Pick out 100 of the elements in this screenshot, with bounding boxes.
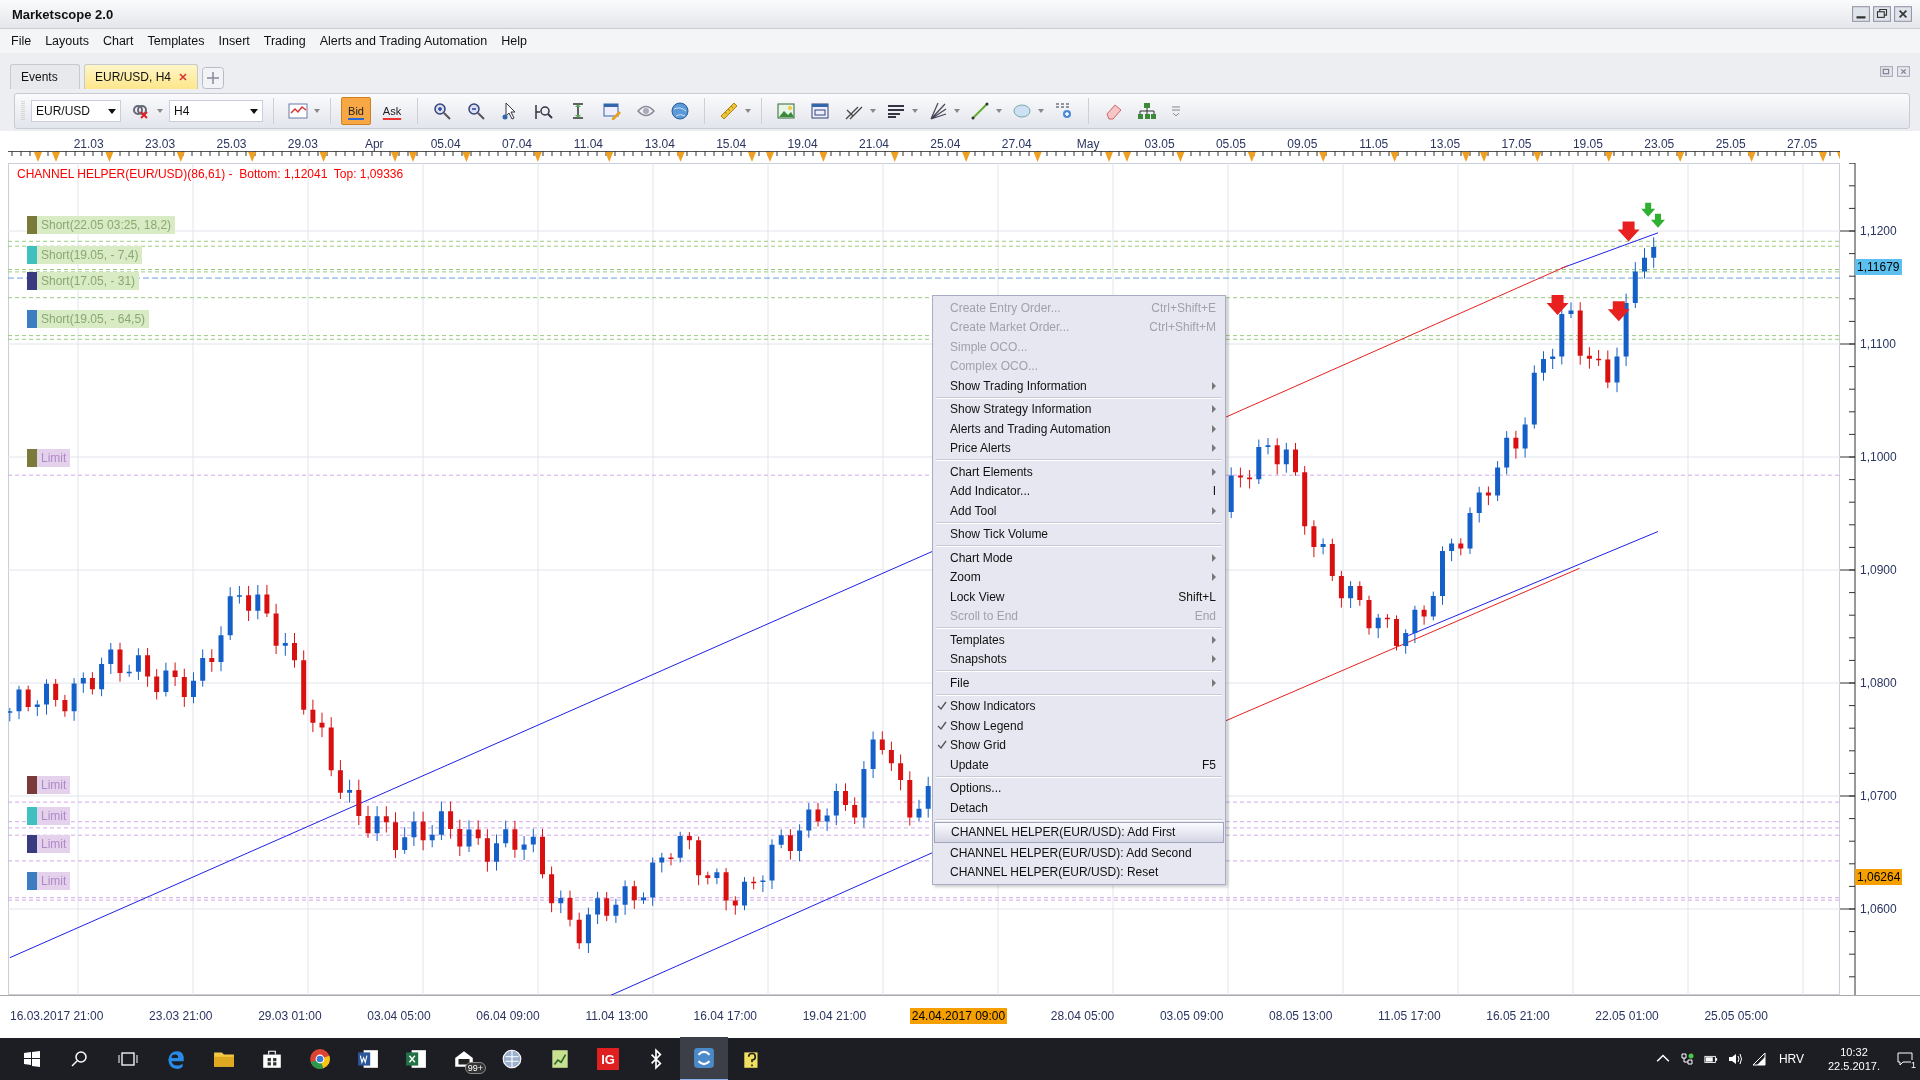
context-menu-item[interactable]: Show Tick Volume (934, 524, 1224, 544)
close-icon[interactable] (1894, 6, 1912, 22)
fan-lines-icon[interactable] (928, 101, 948, 121)
axis-label: 11.05 17:00 (1377, 1008, 1442, 1024)
shopping-bag-icon (261, 1048, 283, 1070)
caret-icon[interactable] (1038, 109, 1044, 113)
wifi-icon[interactable] (1751, 1052, 1766, 1066)
zoom-out-icon[interactable] (466, 101, 486, 121)
search-icon[interactable] (70, 1049, 90, 1069)
minimize-icon[interactable] (1852, 6, 1870, 22)
context-menu-item[interactable]: CHANNEL HELPER(EUR/USD): Add Second (934, 843, 1224, 863)
context-menu-item[interactable]: File (934, 673, 1224, 693)
caret-icon[interactable] (912, 109, 918, 113)
menu-item[interactable]: Help (494, 32, 534, 50)
context-menu-item[interactable]: Snapshots (934, 649, 1224, 669)
language-indicator[interactable]: HRV (1778, 1052, 1804, 1066)
context-menu-item[interactable]: Price Alerts (934, 438, 1224, 458)
context-menu-item[interactable]: Options... (934, 778, 1224, 798)
menu-item[interactable]: Chart (95, 32, 141, 50)
notification-button[interactable]: 1 (1890, 1038, 1920, 1080)
context-menu-item[interactable]: CHANNEL HELPER(EUR/USD): Add First (934, 821, 1224, 843)
sell-arrow-icon (1607, 301, 1630, 322)
context-menu-item[interactable]: Show Grid (934, 735, 1224, 755)
caret-icon[interactable] (954, 109, 960, 113)
order-label: Limit (37, 835, 71, 853)
axis-label: 03.04 05:00 (366, 1008, 432, 1024)
line-icon[interactable] (970, 101, 990, 121)
clock[interactable]: 10:32 22.5.2017. (1828, 1045, 1880, 1073)
axis-label: 15.04 (715, 137, 748, 151)
caret-icon[interactable] (870, 109, 876, 113)
network-icon[interactable] (1679, 1052, 1694, 1066)
globe-icon[interactable] (670, 101, 690, 121)
restore-icon[interactable] (1873, 6, 1891, 22)
context-menu-item[interactable]: Lock View Shift+L (934, 587, 1224, 607)
price-label: 1,0900 (1859, 562, 1898, 578)
price-type-button[interactable]: Bid (341, 97, 371, 125)
context-menu-item[interactable]: Add Tool (934, 501, 1224, 521)
menu-item[interactable]: Templates (140, 32, 212, 50)
menu-item[interactable]: Insert (211, 32, 257, 50)
task-view-icon[interactable] (118, 1049, 138, 1069)
context-menu-item[interactable]: Chart Elements (934, 462, 1224, 482)
axis-label: 13.04 (643, 137, 676, 151)
axis-label: 17.05 (1500, 137, 1533, 151)
menu-item[interactable]: Layouts (38, 32, 96, 50)
taskbar-app[interactable]: 99+ (440, 1038, 488, 1080)
context-menu-item[interactable]: CHANNEL HELPER(EUR/USD): Reset (934, 862, 1224, 882)
tab[interactable]: EUR/USD, H4 (84, 64, 198, 89)
caret-icon[interactable] (996, 109, 1002, 113)
axis-label: 27.05 (1786, 137, 1819, 151)
symbol-dropdown[interactable]: EUR/USD (31, 100, 121, 122)
context-menu-item[interactable]: Show Trading Information (934, 376, 1224, 396)
menu-item[interactable]: File (4, 32, 39, 50)
context-menu-item[interactable]: Templates (934, 630, 1224, 650)
axis-label: 16.05 21:00 (1485, 1008, 1551, 1024)
caret-icon (250, 108, 258, 114)
axis-label: 08.05 13:00 (1268, 1008, 1334, 1024)
caret-icon[interactable] (745, 109, 751, 113)
submenu-arrow-icon (1212, 573, 1216, 582)
text-add-icon[interactable] (1054, 101, 1074, 121)
price-label: 1,1200 (1859, 223, 1898, 239)
context-menu-item[interactable]: Zoom (934, 567, 1224, 587)
context-menu-item[interactable]: Show Indicators (934, 696, 1224, 716)
timeframe-dropdown[interactable]: H4 (169, 100, 263, 122)
submenu-arrow-icon (1212, 553, 1216, 562)
context-menu-item[interactable]: Update F5 (934, 755, 1224, 775)
context-menu-item[interactable]: Detach (934, 798, 1224, 818)
menu-item[interactable]: Alerts and Trading Automation (312, 32, 495, 50)
caret-icon[interactable] (314, 109, 320, 113)
hierarchy-icon[interactable] (1137, 101, 1157, 121)
axis-label: 25.04 (929, 137, 962, 151)
menu-item[interactable]: Trading (256, 32, 313, 50)
context-menu-item[interactable]: Add Indicator... I (934, 481, 1224, 501)
context-menu-item[interactable]: Alerts and Trading Automation (934, 419, 1224, 439)
overflow-icon[interactable] (1171, 104, 1181, 118)
window-pencil-icon[interactable] (602, 101, 622, 121)
context-menu-item[interactable]: Chart Mode (934, 548, 1224, 568)
axis-label: 11.04 (572, 137, 604, 151)
axis-label: May (1075, 137, 1101, 151)
axis-label: 23.03 21:00 (148, 1008, 214, 1024)
price-type-button[interactable]: Ask (377, 97, 407, 125)
submenu-arrow-icon (1212, 405, 1216, 414)
taskbar-app[interactable] (680, 1037, 728, 1080)
volume-icon[interactable] (1727, 1052, 1742, 1066)
axis-label: 13.05 (1429, 137, 1462, 151)
tab[interactable]: Events (10, 64, 80, 89)
chart-type-icon[interactable] (288, 101, 308, 121)
context-menu-item[interactable]: Show Strategy Information (934, 399, 1224, 419)
axis-label: 23.03 (144, 137, 177, 151)
context-menu-item[interactable]: Show Legend (934, 716, 1224, 736)
axis-label: 29.03 01:00 (257, 1008, 323, 1024)
caret-icon[interactable] (157, 109, 163, 113)
channel-line[interactable] (1224, 265, 1581, 722)
zoom-in-icon[interactable] (432, 101, 452, 121)
order-label: Limit (37, 807, 71, 825)
window-icon[interactable] (810, 101, 830, 121)
taskbar-app[interactable]: IG (584, 1038, 632, 1080)
ruler-icon[interactable] (719, 101, 739, 121)
order-label: Limit (37, 872, 71, 890)
image-icon[interactable] (776, 101, 796, 121)
start-icon[interactable] (22, 1049, 42, 1069)
